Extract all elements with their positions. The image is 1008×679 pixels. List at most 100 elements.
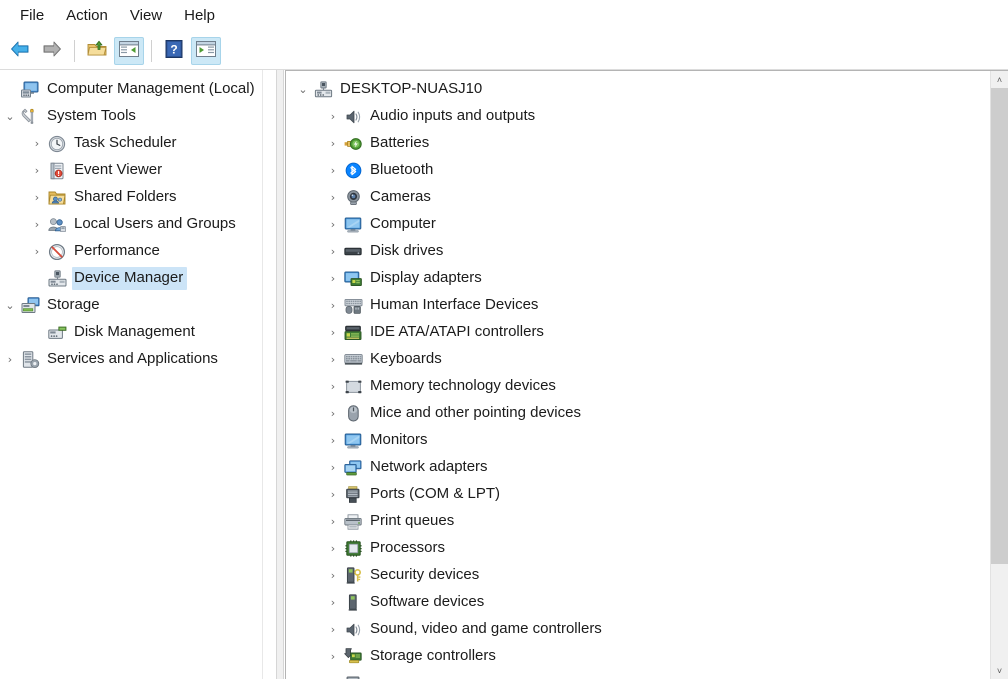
device-node-sound-video-and-game-controllers[interactable]: › Sound, video and game controllers [286,616,990,643]
console-item-services-and-applications[interactable]: › Services and Applications [0,346,262,373]
chevron-right-icon[interactable]: › [324,265,342,292]
device-node-human-interface-devices[interactable]: › Human Interface Devices [286,292,990,319]
help-button[interactable]: ? [159,37,189,65]
console-item-label: Shared Folders [74,188,177,205]
chevron-right-icon[interactable]: › [324,157,342,184]
device-node-security-devices[interactable]: › Security devices [286,562,990,589]
chevron-down-icon[interactable]: ⌄ [294,76,312,103]
device-node-processors[interactable]: › Processors [286,535,990,562]
show-hide-action-pane-button[interactable] [191,36,221,65]
up-one-level-button[interactable] [82,37,112,65]
scrollbar-track[interactable] [991,88,1008,662]
chevron-right-icon[interactable]: › [324,427,342,454]
console-item-performance[interactable]: › Performance [0,238,262,265]
expander-placeholder-icon: › [28,265,46,292]
scroll-down-arrow-icon[interactable]: ˅ [991,662,1008,679]
chevron-right-icon[interactable]: › [28,130,46,157]
back-button[interactable] [5,37,35,65]
chevron-right-icon[interactable]: › [324,481,342,508]
console-item-event-viewer[interactable]: › Event Viewer [0,157,262,184]
pane-splitter[interactable] [276,70,284,679]
console-item-label: Local Users and Groups [74,215,236,232]
chevron-right-icon[interactable]: › [324,562,342,589]
device-node-batteries[interactable]: › Batteries [286,130,990,157]
device-node-label: Mice and other pointing devices [370,404,581,421]
console-item-storage[interactable]: ⌄ Storage [0,292,262,319]
chevron-right-icon[interactable]: › [28,157,46,184]
device-node-software-devices[interactable]: › Software devices [286,589,990,616]
chevron-right-icon[interactable]: › [28,211,46,238]
device-node-cameras[interactable]: › Cameras [286,184,990,211]
device-node-network-adapters[interactable]: › Network adapters [286,454,990,481]
system-tools-icon [19,107,41,127]
console-item-local-users-and-groups[interactable]: › Local Users and Groups [0,211,262,238]
chevron-right-icon[interactable]: › [324,535,342,562]
forward-button[interactable] [37,37,67,65]
chevron-down-icon[interactable]: ⌄ [1,292,19,319]
menu-file[interactable]: File [9,4,55,28]
device-node-audio-inputs-and-outputs[interactable]: › Audio inputs and outputs [286,103,990,130]
chevron-right-icon[interactable]: › [324,319,342,346]
device-node-partial[interactable]: › [286,670,990,679]
console-item-task-scheduler[interactable]: › Task Scheduler [0,130,262,157]
chevron-right-icon[interactable]: › [324,670,342,679]
chevron-down-icon[interactable]: ⌄ [1,103,19,130]
chevron-right-icon[interactable]: › [28,238,46,265]
chevron-right-icon[interactable]: › [324,508,342,535]
console-item-system-tools[interactable]: ⌄ System Tools [0,103,262,130]
scrollbar-thumb[interactable] [991,88,1008,565]
chevron-right-icon[interactable]: › [1,346,19,373]
device-node-print-queues[interactable]: › Print queues [286,508,990,535]
menu-action[interactable]: Action [55,4,119,28]
device-node-bluetooth[interactable]: › Bluetooth [286,157,990,184]
performance-icon [46,242,68,262]
chevron-right-icon[interactable]: › [324,454,342,481]
expander-placeholder-icon: › [1,76,19,103]
device-node-monitors[interactable]: › Monitors [286,427,990,454]
chevron-right-icon[interactable]: › [28,184,46,211]
printer-icon [342,512,364,532]
menu-view[interactable]: View [119,4,173,28]
device-node-keyboards[interactable]: › Keyboards [286,346,990,373]
device-node-label: IDE ATA/ATAPI controllers [370,323,544,340]
console-tree[interactable]: › Computer Management [0,70,262,679]
device-tree-root[interactable]: ⌄ DESKTOP-NUASJ10 [286,76,990,103]
device-node-label: Disk drives [370,242,444,259]
device-node-label: Sound, video and game controllers [370,620,602,637]
console-tree-root[interactable]: › Computer Management [0,76,262,103]
console-item-device-manager[interactable]: › Devic [0,265,262,292]
show-hide-console-tree-button[interactable] [114,36,144,65]
chevron-right-icon[interactable]: › [324,292,342,319]
console-item-label: Task Scheduler [74,134,177,151]
chevron-right-icon[interactable]: › [324,616,342,643]
console-item-shared-folders[interactable]: › Shared Folders [0,184,262,211]
console-item-disk-management[interactable]: › Disk Management [0,319,262,346]
device-node-label: Ports (COM & LPT) [370,485,501,502]
toolbar: ? [0,32,1008,70]
device-node-ports-com-and-lpt[interactable]: › Ports (COM & LPT) [286,481,990,508]
console-item-label: Event Viewer [74,161,163,178]
device-node-disk-drives[interactable]: › Disk drives [286,238,990,265]
chevron-right-icon[interactable]: › [324,130,342,157]
chevron-right-icon[interactable]: › [324,400,342,427]
chevron-right-icon[interactable]: › [324,643,342,670]
scroll-up-arrow-icon[interactable]: ˄ [991,71,1008,88]
console-item-label: Disk Management [74,323,195,340]
chevron-right-icon[interactable]: › [324,346,342,373]
device-node-computer[interactable]: › Computer [286,211,990,238]
chevron-right-icon[interactable]: › [324,211,342,238]
device-node-storage-controllers[interactable]: › Storage controllers [286,643,990,670]
device-node-mice-and-other-pointing-devices[interactable]: › Mice and other pointing devices [286,400,990,427]
device-tree[interactable]: ⌄ DESKTOP-NUASJ10 › Audio inputs and out… [286,71,990,679]
device-node-memory-technology-devices[interactable]: › Memory technology devices [286,373,990,400]
chevron-right-icon[interactable]: › [324,373,342,400]
chevron-right-icon[interactable]: › [324,238,342,265]
console-tree-scrollbar[interactable] [262,70,276,679]
device-node-ide-ata-atapi-controllers[interactable]: › IDE ATA/ATAPI controllers [286,319,990,346]
chevron-right-icon[interactable]: › [324,589,342,616]
device-node-display-adapters[interactable]: › Display adapters [286,265,990,292]
device-tree-scrollbar[interactable]: ˄ ˅ [990,71,1008,679]
chevron-right-icon[interactable]: › [324,103,342,130]
menu-help[interactable]: Help [173,4,226,28]
chevron-right-icon[interactable]: › [324,184,342,211]
